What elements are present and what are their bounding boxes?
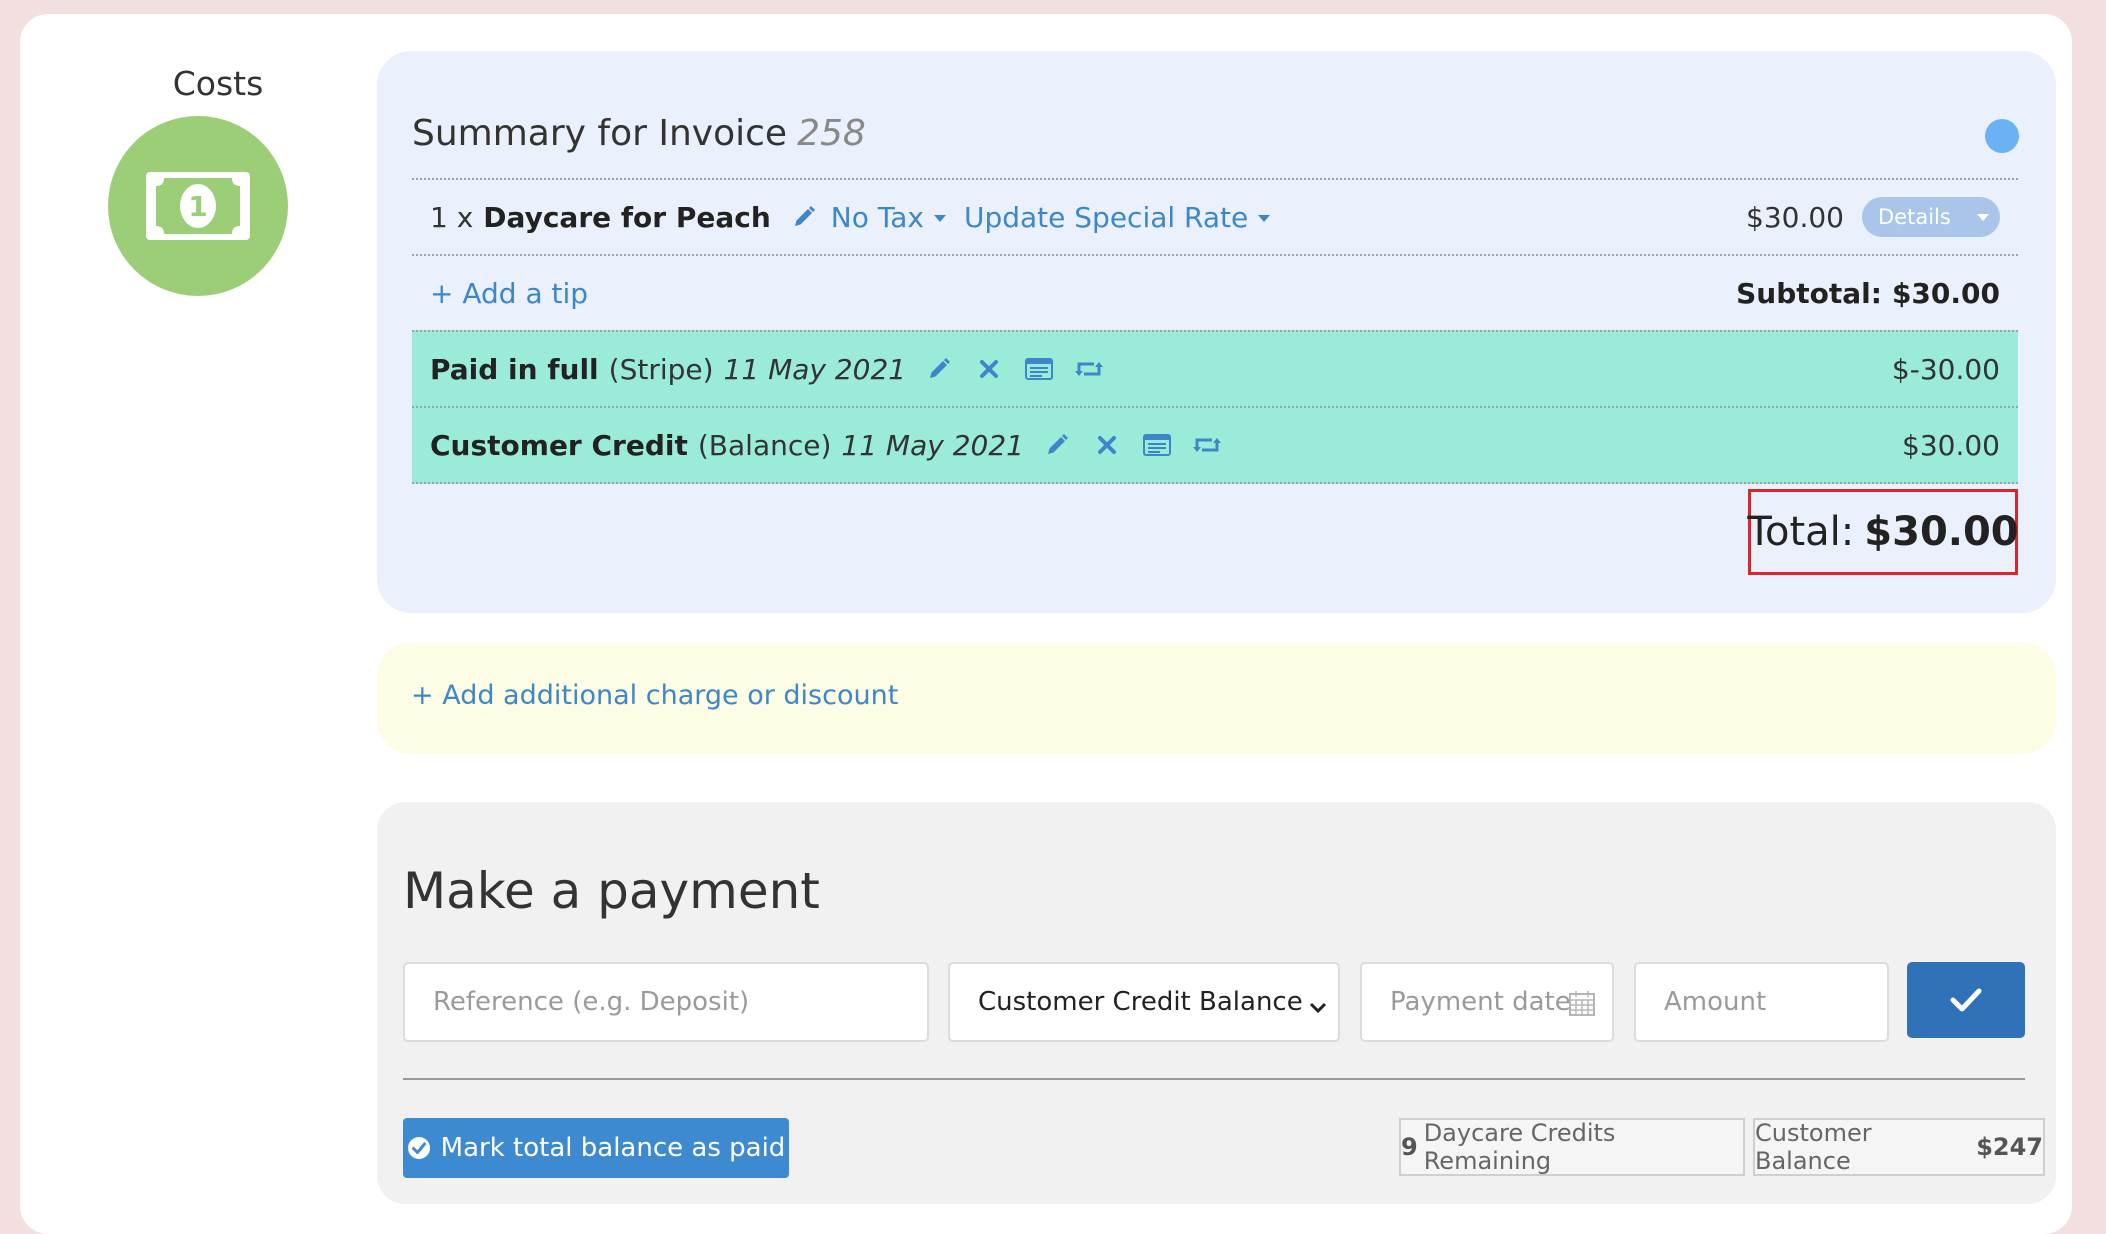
special-rate-dropdown[interactable]: Update Special Rate <box>964 201 1278 234</box>
mark-paid-button[interactable]: Mark total balance as paid <box>403 1118 789 1178</box>
summary-title: Summary for Invoice 258 <box>412 113 866 154</box>
additional-charge-panel: + Add additional charge or discount <box>377 642 2056 754</box>
invoice-card: Costs 1 Summary for Invoice 258 1 x Dayca… <box>20 14 2072 1234</box>
amount-input[interactable]: Amount <box>1634 962 1889 1042</box>
money-bill-icon: 1 <box>108 116 288 296</box>
payment-date: 11 May 2021 <box>841 428 1024 462</box>
receipt-icon[interactable] <box>1022 352 1056 386</box>
chevron-down-icon <box>933 215 946 222</box>
invoice-number: 258 <box>797 113 866 154</box>
payment-row: Customer Credit (Balance) 11 May 2021 $3… <box>412 406 2018 484</box>
chevron-down-icon <box>1258 215 1271 222</box>
balance-label: Customer Balance <box>1755 1119 1872 1175</box>
line-item-name: Daycare for Peach <box>483 200 771 234</box>
amount-placeholder: Amount <box>1664 987 1767 1017</box>
customer-balance-badge: Customer Balance $247 <box>1753 1118 2045 1176</box>
line-item-qty: 1 x <box>430 200 474 234</box>
costs-heading: Costs <box>172 64 264 103</box>
make-payment-heading: Make a payment <box>403 862 820 920</box>
credits-remaining-badge: 9 Daycare Credits Remaining <box>1399 1118 1745 1176</box>
refund-retweet-icon[interactable] <box>1190 428 1224 462</box>
total-label: Total: <box>1747 509 1855 555</box>
payment-method-value: Customer Credit Balance <box>978 987 1303 1017</box>
payment-amount: $-30.00 <box>1891 352 2000 386</box>
check-circle-icon <box>407 1137 430 1159</box>
edit-pencil-icon[interactable] <box>922 352 956 386</box>
submit-payment-button[interactable] <box>1907 962 2025 1038</box>
subtotal-value: $30.00 <box>1891 276 2000 310</box>
payment-amount: $30.00 <box>1902 428 2000 462</box>
line-item-amount: $30.00 <box>1746 200 1844 234</box>
chevron-down-icon <box>1308 992 1328 1022</box>
balance-value: $247 <box>1976 1133 2043 1161</box>
tax-dropdown-label: No Tax <box>830 200 924 234</box>
reference-input[interactable]: Reference (e.g. Deposit) <box>403 962 929 1042</box>
svg-text:1: 1 <box>188 190 207 223</box>
payment-title: Paid in full <box>430 352 599 386</box>
details-button[interactable]: Details <box>1862 197 2000 237</box>
tip-row: + Add a tip Subtotal: $30.00 <box>412 254 2018 330</box>
invoice-total: Total: $30.00 <box>1747 489 2019 575</box>
add-charge-link[interactable]: + Add additional charge or discount <box>411 680 898 711</box>
payment-row: Paid in full (Stripe) 11 May 2021 $-30.0… <box>412 330 2018 406</box>
status-indicator <box>1985 119 2019 153</box>
calendar-icon[interactable] <box>1568 989 1596 1024</box>
tax-dropdown[interactable]: No Tax <box>831 201 954 234</box>
credits-label: Daycare Credits Remaining <box>1423 1119 1616 1175</box>
payment-method-select[interactable]: Customer Credit Balance <box>948 962 1340 1042</box>
delete-x-icon[interactable] <box>1090 428 1124 462</box>
delete-x-icon[interactable] <box>972 352 1006 386</box>
invoice-summary-panel: Summary for Invoice 258 1 x Daycare for P… <box>377 51 2056 613</box>
mark-paid-label: Mark total balance as paid <box>440 1133 786 1163</box>
total-value: $30.00 <box>1864 509 2019 555</box>
payment-method: (Balance) <box>697 428 832 462</box>
reference-placeholder: Reference (e.g. Deposit) <box>433 987 750 1017</box>
chevron-down-icon <box>1976 213 1989 221</box>
refund-retweet-icon[interactable] <box>1072 352 1106 386</box>
divider <box>403 1078 2025 1080</box>
details-label: Details <box>1878 205 1951 229</box>
edit-pencil-icon[interactable] <box>787 200 821 234</box>
payment-method: (Stripe) <box>608 352 714 386</box>
line-item-row: 1 x Daycare for Peach No Tax Update Spec… <box>412 178 2018 254</box>
make-payment-panel: Make a payment Reference (e.g. Deposit) … <box>377 802 2056 1204</box>
checkmark-icon <box>1950 988 1982 1012</box>
receipt-icon[interactable] <box>1140 428 1174 462</box>
special-rate-label: Update Special Rate <box>963 200 1249 234</box>
payment-date-placeholder: Payment date <box>1390 987 1571 1017</box>
summary-title-text: Summary for Invoice <box>412 113 788 154</box>
payment-title: Customer Credit <box>430 428 688 462</box>
payment-date-input[interactable]: Payment date <box>1360 962 1614 1042</box>
payment-date: 11 May 2021 <box>723 352 907 386</box>
edit-pencil-icon[interactable] <box>1040 428 1074 462</box>
credits-count: 9 <box>1401 1133 1418 1161</box>
add-tip-link[interactable]: + Add a tip <box>430 277 588 310</box>
subtotal-label: Subtotal: <box>1736 276 1882 310</box>
